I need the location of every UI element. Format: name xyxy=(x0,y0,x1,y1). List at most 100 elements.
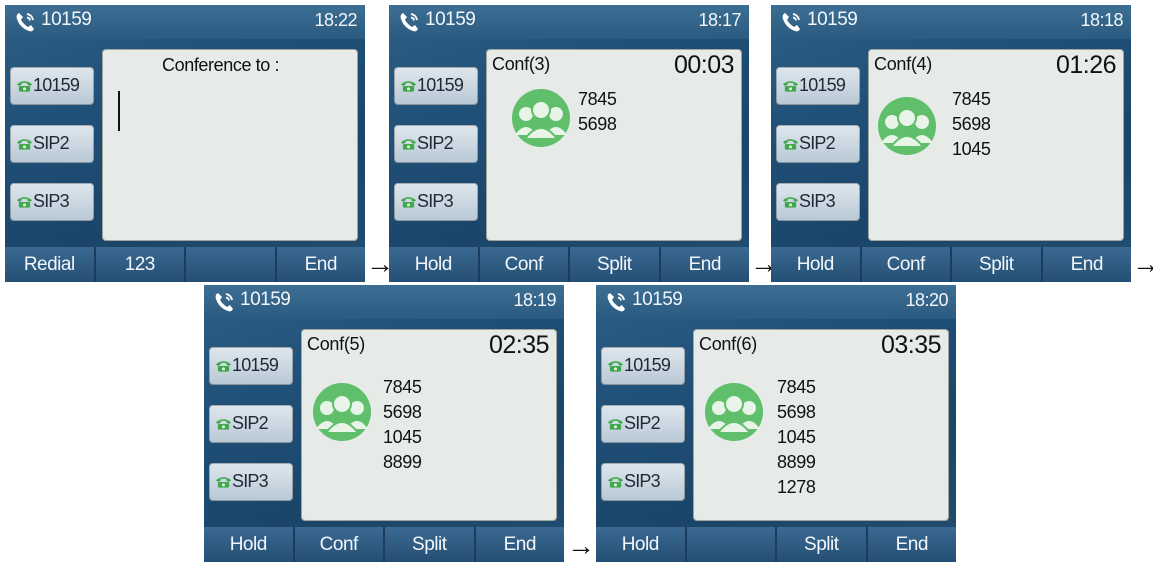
text-cursor xyxy=(118,91,120,131)
softkey-hold[interactable]: Hold xyxy=(771,247,860,282)
account-number: 10159 xyxy=(240,289,291,310)
line-key-label: SIP2 xyxy=(33,133,70,153)
line-key-sip2[interactable]: SIP2 xyxy=(394,125,478,163)
line-key-sip3[interactable]: SIP3 xyxy=(10,183,94,221)
softkey-redial[interactable]: Redial xyxy=(5,247,94,282)
participant-number: 5698 xyxy=(578,114,617,134)
conference-contacts-avatar-icon xyxy=(313,383,371,441)
line-key-label: 10159 xyxy=(232,355,279,375)
line-key-sip2[interactable]: SIP2 xyxy=(209,405,293,443)
account-number: 10159 xyxy=(632,289,683,310)
status-bar: 10159 18:19 xyxy=(204,285,564,319)
call-timer: 02:35 xyxy=(488,331,550,359)
clock-time: 18:17 xyxy=(698,10,741,30)
softkey-conf[interactable]: Conf xyxy=(861,247,950,282)
participant-list: 7845 5698 1045 8899 1278 xyxy=(777,375,816,500)
line-key-10159[interactable]: 10159 xyxy=(776,67,860,105)
softkey-split[interactable]: Split xyxy=(952,247,1041,282)
phone-call-icon xyxy=(400,13,418,32)
participant-number: 1045 xyxy=(952,139,991,159)
softkey-hold[interactable]: Hold xyxy=(389,247,478,282)
green-desk-phone-icon xyxy=(16,197,33,208)
green-desk-phone-icon xyxy=(400,81,417,92)
phone-call-icon xyxy=(215,293,233,312)
line-key-label: SIP2 xyxy=(232,413,269,433)
green-desk-phone-icon xyxy=(607,361,624,372)
conference-contacts-avatar-icon xyxy=(705,383,763,441)
line-key-sip3[interactable]: SIP3 xyxy=(776,183,860,221)
participant-number: 7845 xyxy=(777,377,816,397)
participant-number: 7845 xyxy=(383,377,422,397)
softkey-end[interactable]: End xyxy=(1042,247,1131,282)
line-key-sip2[interactable]: SIP2 xyxy=(10,125,94,163)
softkey-split[interactable]: Split xyxy=(385,527,474,562)
conference-panel: Conf(3) 00:03 7845 5698 xyxy=(486,49,742,241)
phone-screen-5: 10159 18:20 10159 SIP2 SIP3 Conf(6) 03:3… xyxy=(596,285,956,562)
line-key-label: SIP3 xyxy=(33,191,70,211)
line-key-10159[interactable]: 10159 xyxy=(209,347,293,385)
line-key-label: SIP2 xyxy=(624,413,661,433)
phone-screen-2: 10159 18:17 10159 SIP2 SIP3 Conf(3) 00:0… xyxy=(389,5,749,282)
status-bar: 10159 18:20 xyxy=(596,285,956,319)
conference-contacts-avatar-icon xyxy=(512,89,570,147)
line-key-10159[interactable]: 10159 xyxy=(394,67,478,105)
line-key-sip3[interactable]: SIP3 xyxy=(394,183,478,221)
softkey-end[interactable]: End xyxy=(475,527,564,562)
softkey-123[interactable]: 123 xyxy=(95,247,184,282)
conference-input-panel[interactable]: Conference to : xyxy=(102,49,358,241)
line-key-sip3[interactable]: SIP3 xyxy=(601,463,685,501)
green-desk-phone-icon xyxy=(16,139,33,150)
conference-title: Conf(5) xyxy=(307,334,365,354)
line-key-label: SIP3 xyxy=(624,471,661,491)
softkey-split[interactable]: Split xyxy=(777,527,866,562)
line-key-10159[interactable]: 10159 xyxy=(601,347,685,385)
softkey-bar: Hold Conf Split End xyxy=(389,247,749,282)
right-arrow-icon: → xyxy=(567,530,595,561)
line-key-label: SIP3 xyxy=(417,191,454,211)
conference-title: Conf(6) xyxy=(699,334,757,354)
participant-number: 5698 xyxy=(383,402,422,422)
line-key-sip3[interactable]: SIP3 xyxy=(209,463,293,501)
phone-screen-3: 10159 18:18 10159 SIP2 SIP3 Conf(4) 01:2… xyxy=(771,5,1131,282)
account-number: 10159 xyxy=(425,9,476,30)
line-key-label: 10159 xyxy=(33,75,80,95)
phone-screen-4: 10159 18:19 10159 SIP2 SIP3 Conf(5) 02:3… xyxy=(204,285,564,562)
call-timer: 00:03 xyxy=(673,51,735,79)
clock-time: 18:18 xyxy=(1080,10,1123,30)
softkey-conf[interactable]: Conf xyxy=(479,247,568,282)
softkey-end[interactable]: End xyxy=(867,527,956,562)
green-desk-phone-icon xyxy=(400,139,417,150)
softkey-end[interactable]: End xyxy=(276,247,365,282)
green-desk-phone-icon xyxy=(400,197,417,208)
account-number: 10159 xyxy=(41,9,92,30)
right-arrow-icon: → xyxy=(1132,248,1153,279)
phone-call-icon xyxy=(607,293,625,312)
green-desk-phone-icon xyxy=(215,419,232,430)
account-number: 10159 xyxy=(807,9,858,30)
conference-contacts-avatar-icon xyxy=(878,97,936,155)
clock-time: 18:20 xyxy=(905,290,948,310)
softkey-blank[interactable] xyxy=(686,527,775,562)
clock-time: 18:22 xyxy=(314,10,357,30)
participant-number: 7845 xyxy=(952,89,991,109)
phone-screen-1: 10159 18:22 10159 SIP2 SIP3 Conference t… xyxy=(5,5,365,282)
softkey-bar: Redial 123 End xyxy=(5,247,365,282)
participant-number: 7845 xyxy=(578,89,617,109)
softkey-bar: Hold Conf Split End xyxy=(771,247,1131,282)
line-key-10159[interactable]: 10159 xyxy=(10,67,94,105)
phone-call-icon xyxy=(16,13,34,32)
line-key-sip2[interactable]: SIP2 xyxy=(776,125,860,163)
line-key-label: SIP3 xyxy=(232,471,269,491)
status-bar: 10159 18:18 xyxy=(771,5,1131,39)
softkey-split[interactable]: Split xyxy=(570,247,659,282)
green-desk-phone-icon xyxy=(16,81,33,92)
softkey-hold[interactable]: Hold xyxy=(204,527,293,562)
softkey-hold[interactable]: Hold xyxy=(596,527,685,562)
line-key-sip2[interactable]: SIP2 xyxy=(601,405,685,443)
softkey-blank[interactable] xyxy=(186,247,275,282)
softkey-conf[interactable]: Conf xyxy=(294,527,383,562)
softkey-end[interactable]: End xyxy=(660,247,749,282)
line-key-label: SIP2 xyxy=(799,133,836,153)
participant-list: 7845 5698 1045 xyxy=(952,87,991,162)
participant-number: 1278 xyxy=(777,477,816,497)
